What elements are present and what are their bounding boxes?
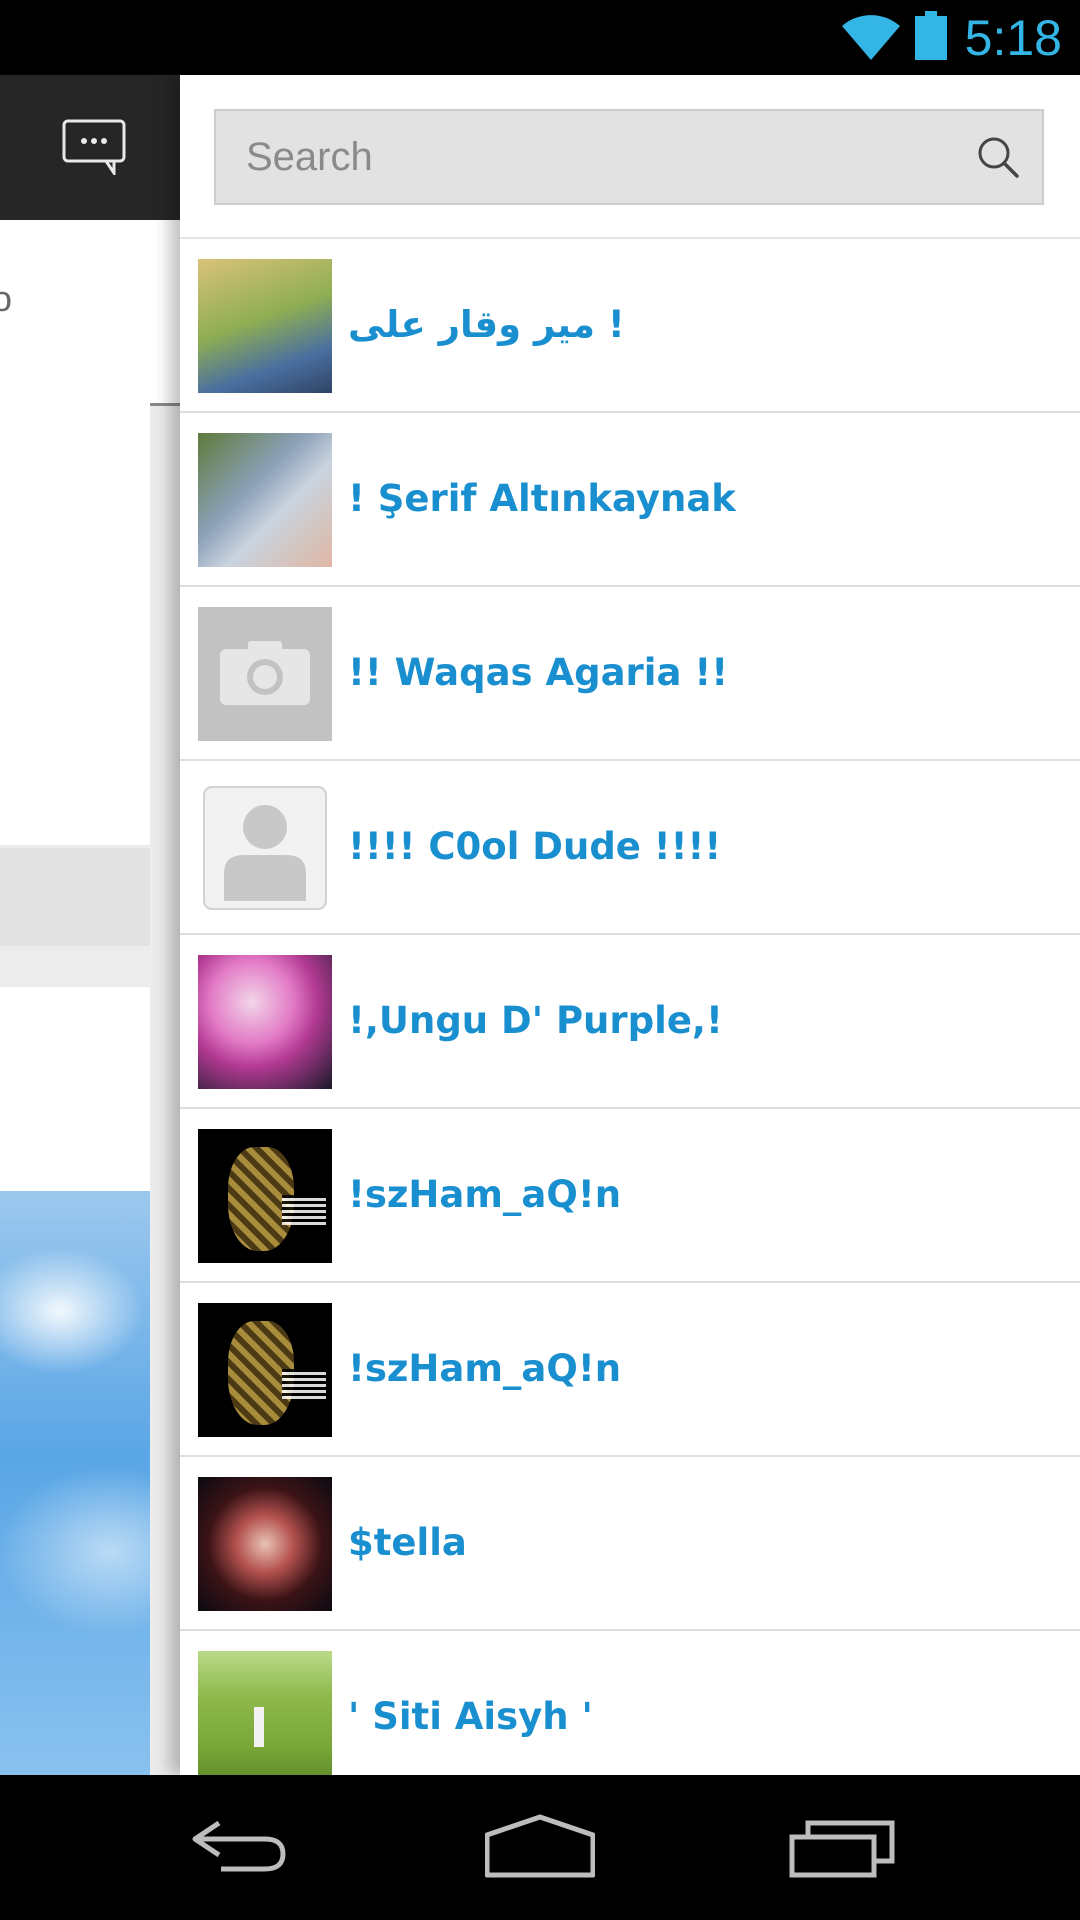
contact-avatar: [198, 781, 332, 915]
contact-name: ! Şerif Altınkaynak: [348, 477, 736, 520]
back-icon[interactable]: [185, 1805, 295, 1885]
contact-avatar: [198, 1477, 332, 1611]
camera-icon: [220, 641, 310, 705]
contact-avatar: [198, 955, 332, 1089]
contact-avatar: [198, 1129, 332, 1263]
contact-row[interactable]: !szHam_aQ!n: [180, 1109, 1080, 1283]
contact-avatar: [198, 259, 332, 393]
status-time: 5:18: [964, 10, 1062, 66]
wifi-icon: [842, 15, 900, 60]
left-subbar-glyph: o: [0, 278, 13, 319]
background-panel: o: [0, 75, 180, 1781]
contact-name: میر وقار علی !: [348, 303, 625, 346]
contact-row[interactable]: میر وقار علی !: [180, 239, 1080, 413]
search-icon[interactable]: [976, 135, 1020, 179]
search-box[interactable]: [214, 109, 1044, 205]
contact-drawer: میر وقار علی ! ! Şerif Altınkaynak !! Wa…: [180, 75, 1080, 1805]
contact-avatar: [198, 607, 332, 741]
navigation-bar: [0, 1775, 1080, 1920]
contact-row[interactable]: !! Waqas Agaria !!: [180, 587, 1080, 761]
recent-apps-icon[interactable]: [788, 1805, 898, 1885]
contact-name: !szHam_aQ!n: [348, 1347, 622, 1390]
contact-avatar: [198, 1651, 332, 1785]
contact-avatar: [198, 1303, 332, 1437]
contact-row[interactable]: $tella: [180, 1457, 1080, 1631]
contact-name: !! Waqas Agaria !!: [348, 651, 729, 694]
contact-name: !!!! C0ol Dude !!!!: [348, 825, 722, 868]
left-header: [0, 75, 180, 220]
contact-row[interactable]: !szHam_aQ!n: [180, 1283, 1080, 1457]
chat-bubble-icon[interactable]: [62, 119, 128, 175]
contact-row[interactable]: !,Ungu D' Purple,!: [180, 935, 1080, 1109]
left-card-strip: [0, 848, 150, 946]
person-placeholder-icon: [203, 786, 327, 910]
contact-name: !,Ungu D' Purple,!: [348, 999, 723, 1042]
status-bar: 5:18: [0, 0, 1080, 75]
contact-avatar: [198, 433, 332, 567]
contact-name: !szHam_aQ!n: [348, 1173, 622, 1216]
left-card: [0, 372, 150, 845]
contact-name: $tella: [348, 1521, 467, 1564]
sky-image: [0, 1191, 150, 1781]
contact-row[interactable]: ! Şerif Altınkaynak: [180, 413, 1080, 587]
contact-row[interactable]: !!!! C0ol Dude !!!!: [180, 761, 1080, 935]
contact-list: میر وقار علی ! ! Şerif Altınkaynak !! Wa…: [180, 237, 1080, 1805]
search-input[interactable]: [216, 111, 956, 203]
home-icon[interactable]: [485, 1805, 595, 1885]
battery-icon: [915, 11, 947, 60]
